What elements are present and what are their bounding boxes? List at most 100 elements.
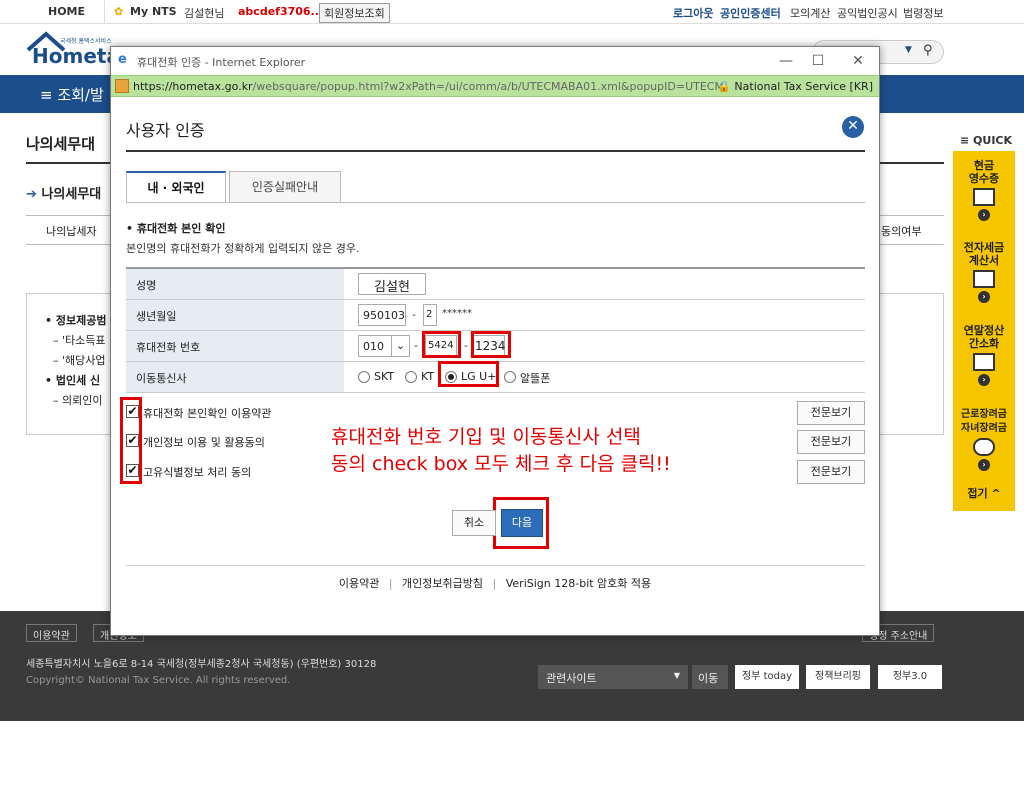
bg-info-line: • 법인세 신 <box>45 374 101 387</box>
form-row-name: 성명 김설현 <box>126 269 865 300</box>
phone-label: 휴대전화 번호 <box>126 331 344 361</box>
maximize-icon[interactable]: ☐ <box>803 50 833 72</box>
radio-label-kt: KT <box>421 370 435 383</box>
window-title-bar[interactable]: e 휴대전화 인증 - Internet Explorer — ☐ ✕ <box>111 47 879 75</box>
gear-icon: ✿ <box>114 5 124 18</box>
name-label: 성명 <box>126 269 344 299</box>
user-name: 김설현님 <box>184 7 225 20</box>
receipt-icon <box>973 188 995 206</box>
law-info-link[interactable]: 법령정보 <box>903 5 943 21</box>
view-terms-button[interactable]: 전문보기 <box>797 401 865 425</box>
hometax-logo[interactable]: 국세청 홈택스서비스 Hometax <box>26 30 133 70</box>
tab-underline <box>126 202 865 203</box>
quick-item-year-end[interactable]: 연말정산 간소화 › <box>953 324 1015 386</box>
arrow-right-icon: › <box>978 374 990 386</box>
minimize-icon[interactable]: — <box>771 50 801 72</box>
auth-popup-window: e 휴대전화 인증 - Internet Explorer — ☐ ✕ http… <box>110 46 880 636</box>
window-close-icon[interactable]: ✕ <box>843 50 873 72</box>
corp-notice-link[interactable]: 공익법인공시 <box>837 5 898 21</box>
footer-address: 세종특별자치시 노을6로 8-14 국세청(정부세종2청사 국세청동) (우편번… <box>26 659 377 670</box>
mynts-link[interactable]: My NTS <box>130 5 177 18</box>
view-unique-id-button[interactable]: 전문보기 <box>797 460 865 484</box>
nav-menu-label[interactable]: ≡ 조회/발 <box>40 84 104 105</box>
next-button[interactable]: 다음 <box>501 509 543 537</box>
arrow-right-icon: › <box>978 459 990 471</box>
chevron-down-icon: ▼ <box>905 45 912 55</box>
masked-digits: ****** <box>442 308 472 319</box>
radio-label-skt: SKT <box>374 370 395 383</box>
tab-domestic-foreign[interactable]: 내 · 외국인 <box>126 171 226 203</box>
radio-kt[interactable] <box>405 371 417 383</box>
quick-fold-button[interactable]: 접기 ^ <box>953 487 1015 500</box>
quick-item-incentive[interactable]: 근로장려금 자녀장려금 › <box>953 407 1015 471</box>
gov30-logo[interactable]: 정부3.0 <box>878 665 942 689</box>
checkbox-privacy[interactable]: ✔ <box>126 434 139 447</box>
quick-item-label: 연말정산 간소화 <box>963 324 1005 350</box>
highlight-phone-middle <box>422 331 461 358</box>
phone-prefix-select[interactable]: 010 ⌄ <box>358 335 410 357</box>
bg-info-line: – '타소득표 <box>53 334 106 347</box>
footer-link-privacy[interactable]: 개인정보취급방침 <box>402 577 483 590</box>
document-icon <box>973 353 995 371</box>
birth-label: 생년월일 <box>126 300 344 330</box>
search-icon[interactable]: ⚲ <box>923 43 933 58</box>
bg-info-line: • 정보제공범 <box>45 314 107 327</box>
top-bar: HOME ✿ My NTS 김설현님 abcdef3706... 회원정보조회 … <box>0 0 1024 24</box>
ie-icon: e <box>118 52 127 67</box>
quick-item-cash-receipt[interactable]: 현금 영수증 › <box>953 159 1015 221</box>
dialog-footer-divider <box>126 565 865 566</box>
bg-info-line: – '해당사업 <box>53 354 106 367</box>
dialog-close-icon[interactable]: ✕ <box>842 116 864 138</box>
checkbox-unique-id[interactable]: ✔ <box>126 464 139 477</box>
agreement-label: 고유식별정보 처리 동의 <box>143 466 252 479</box>
agreement-row-terms: ✔ 휴대전화 본인확인 이용약관 전문보기 <box>126 401 865 425</box>
annotation-line: 휴대전화 번호 기입 및 이동통신사 선택 <box>331 426 641 448</box>
policy-briefing-logo[interactable]: 정책브리핑 <box>806 665 870 689</box>
arrow-right-icon: › <box>978 209 990 221</box>
dialog-title: 사용자 인증 <box>126 121 205 140</box>
page-icon <box>115 79 129 93</box>
dialog-divider <box>126 150 865 152</box>
related-site-select[interactable]: 관련사이트 ▼ <box>538 665 688 689</box>
quick-sidebar: 현금 영수증 › 전자세금 계산서 › 연말정산 간소화 › 근로장려금 자녀장… <box>953 151 1015 511</box>
dialog-footer: 이용약관 | 개인정보취급방침 | VeriSign 128-bit 암호화 적… <box>338 577 652 590</box>
cert-center-link[interactable]: 공인인증센터 <box>720 5 781 21</box>
bg-page-title: 나의세무대 <box>26 135 96 153</box>
quick-item-e-invoice[interactable]: 전자세금 계산서 › <box>953 241 1015 303</box>
tab-auth-failure[interactable]: 인증실패안내 <box>229 171 341 203</box>
radio-mvno[interactable] <box>504 371 516 383</box>
gov-today-logo[interactable]: 정부 today <box>735 665 799 689</box>
heart-hand-icon <box>973 438 995 456</box>
cancel-button[interactable]: 취소 <box>452 510 496 536</box>
checkbox-terms[interactable]: ✔ <box>126 405 139 418</box>
gender-digit-field[interactable]: 2 <box>423 304 437 326</box>
address-url[interactable]: https://hometax.go.kr/websquare/popup.ht… <box>133 80 723 93</box>
footer-link-terms[interactable]: 이용약관 <box>339 577 379 590</box>
mock-calc-link[interactable]: 모의계산 <box>790 5 830 21</box>
highlight-carrier <box>438 361 499 387</box>
circle-arrow-icon: ➔ <box>26 187 37 202</box>
annotation-line: 동의 check box 모두 체크 후 다음 클릭!! <box>331 453 671 475</box>
window-title: 휴대전화 인증 - Internet Explorer <box>137 56 306 69</box>
home-link[interactable]: HOME <box>48 5 85 18</box>
view-privacy-button[interactable]: 전문보기 <box>797 430 865 454</box>
section-description: 본인명의 휴대전화가 정확하게 입력되지 않은 경우. <box>126 242 360 255</box>
bg-tab-left[interactable]: 나의납세자 <box>46 223 97 239</box>
birth-field[interactable]: 950103 <box>358 304 406 326</box>
address-bar[interactable]: https://hometax.go.kr/websquare/popup.ht… <box>111 75 879 97</box>
footer-copyright: Copyright© National Tax Service. All rig… <box>26 675 291 686</box>
bg-tab-right[interactable]: 동의여부 <box>881 223 921 239</box>
chevron-down-icon: ⌄ <box>391 336 409 356</box>
footer-terms-link[interactable]: 이용약관 <box>26 624 77 642</box>
name-field[interactable]: 김설현 <box>358 273 426 295</box>
arrow-right-icon: › <box>978 291 990 303</box>
security-badge[interactable]: 🔒 National Tax Service [KR] <box>717 80 873 93</box>
carrier-label: 이동통신사 <box>126 362 344 392</box>
quick-item-label: 현금 영수증 <box>968 159 1000 185</box>
radio-skt[interactable] <box>358 371 370 383</box>
member-info-button[interactable]: 회원정보조회 <box>319 3 390 23</box>
related-site-go-button[interactable]: 이동 <box>692 665 728 689</box>
bg-info-line: – 의뢰인이 <box>53 394 103 407</box>
logout-link[interactable]: 로그아웃 <box>673 5 713 21</box>
agreement-label: 휴대전화 본인확인 이용약관 <box>143 407 272 420</box>
